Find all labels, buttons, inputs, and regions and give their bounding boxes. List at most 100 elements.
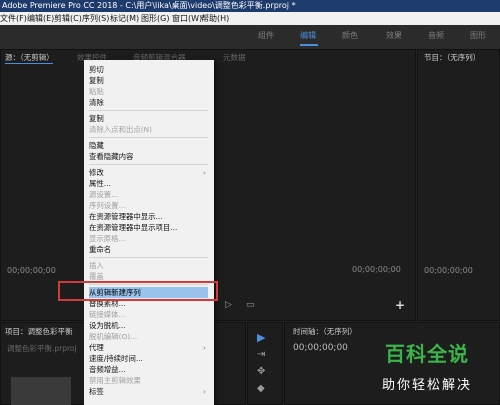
context-menu-item-label: 覆盖 — [89, 272, 104, 281]
menu-separator — [89, 164, 208, 165]
context-menu-item: 源设置... — [89, 189, 208, 200]
context-menu-item[interactable]: 复制 — [89, 75, 208, 86]
menu-edit[interactable]: 编辑(E) — [27, 12, 54, 25]
timeline-timecode[interactable]: 00;00;00;00 — [293, 343, 348, 353]
context-menu: 剪切 复制 粘贴 清除 复制 清除入点和出点(N) 隐藏 查看隐藏内容 修改 › 属性... 源设置.… — [84, 60, 214, 405]
selection-tool-icon[interactable]: ▶ — [257, 331, 265, 344]
context-menu-item[interactable]: 标签 › — [89, 386, 208, 397]
context-menu-item: 序列设置... — [89, 200, 208, 211]
context-menu-item[interactable]: 代理 › — [89, 342, 208, 353]
context-menu-item-label: 复制 — [89, 114, 104, 123]
tab-metadata[interactable]: 元数据 — [223, 52, 246, 63]
context-menu-item[interactable]: 速度/持续时间... — [89, 353, 208, 364]
menu-window[interactable]: 窗口(W) — [172, 12, 202, 25]
context-menu-item-label: 音频增益... — [89, 365, 126, 374]
context-menu-item[interactable]: 清除 — [89, 97, 208, 108]
context-menu-item[interactable]: 查看隐藏内容 — [89, 151, 208, 162]
context-menu-item-label: 代理 — [89, 343, 104, 352]
workspace-bar: 组件 编辑 颜色 效果 音频 图形 — [0, 25, 500, 49]
context-menu-item-label: 清除 — [89, 98, 104, 107]
menu-bar: 文件(F) 编辑(E) 剪辑(C) 序列(S) 标记(M) 图形(G) 窗口(W… — [0, 12, 500, 25]
workspace-audio[interactable]: 音频 — [428, 30, 444, 41]
context-menu-item-label: 在资源管理器中显示项目... — [89, 223, 178, 232]
context-menu-item: 链接媒体... — [89, 309, 208, 320]
context-menu-item-label: 在资源管理器中显示... — [89, 212, 163, 221]
context-menu-item[interactable]: 复制 — [89, 113, 208, 124]
tab-source[interactable]: 源：（无剪辑） — [5, 52, 54, 63]
context-menu-item-label: 禁用主剪辑效果 — [89, 376, 141, 385]
context-menu-item: 插入 — [89, 260, 208, 271]
context-menu-item-label: 插入 — [89, 261, 104, 270]
menu-markers[interactable]: 标记(M) — [110, 12, 139, 25]
context-menu-item[interactable]: 属性... — [89, 178, 208, 189]
context-menu-item-label: 链接媒体... — [89, 310, 126, 319]
context-menu-item-label: 速度/持续时间... — [89, 354, 143, 363]
step-forward-icon[interactable]: ▷ — [225, 300, 232, 310]
context-menu-item-label: 重命名 — [89, 245, 112, 254]
context-menu-item-label: 源设置... — [89, 190, 119, 199]
context-menu-item-label: 修改 — [89, 168, 104, 177]
program-timecode-left[interactable]: 00;00;00;00 — [352, 265, 401, 274]
active-tab-underline — [5, 63, 53, 64]
workspace-assembly[interactable]: 组件 — [258, 30, 274, 41]
context-menu-item: 脱机编辑(O)... — [89, 331, 208, 342]
menu-file[interactable]: 文件(F) — [0, 12, 27, 25]
watermark: 百科全说 助你轻松解决 — [367, 338, 487, 398]
context-menu-item-label: 属性... — [89, 179, 111, 188]
tab-project[interactable]: 项目：调整色彩平衡 — [5, 326, 73, 337]
watermark-subtitle: 助你轻松解决 — [381, 378, 472, 393]
context-menu-item-label: 剪切 — [89, 65, 104, 74]
tab-timeline[interactable]: 时间轴：（无序列） — [293, 326, 357, 337]
export-frame-icon[interactable]: ▭ — [246, 300, 255, 310]
context-menu-item-label: 隐藏 — [89, 141, 104, 150]
source-timecode[interactable]: 00;00;00;00 — [7, 266, 56, 275]
context-menu-item: 清除入点和出点(N) — [89, 124, 208, 135]
tab-program[interactable]: 节目：（无序列） — [424, 52, 480, 63]
context-menu-item-label: 显示原格... — [89, 234, 126, 243]
clip-thumbnail[interactable] — [11, 377, 71, 405]
context-menu-item[interactable]: 音频增益... — [89, 364, 208, 375]
context-menu-item[interactable]: 修改 › — [89, 167, 208, 178]
submenu-arrow-icon: › — [203, 168, 206, 177]
context-menu-item[interactable]: 设为脱机... — [89, 320, 208, 331]
add-button-icon[interactable]: + — [395, 298, 405, 312]
context-menu-item-label: 查看隐藏内容 — [89, 152, 134, 161]
ripple-edit-tool-icon[interactable]: ✥ — [257, 366, 265, 377]
menu-separator — [89, 110, 208, 111]
menu-help[interactable]: 帮助(H) — [201, 12, 229, 25]
track-select-tool-icon[interactable]: ⇥ — [257, 349, 265, 360]
context-menu-item-label: 设为脱机... — [89, 321, 126, 330]
workspace-editing[interactable]: 编辑 — [300, 30, 316, 41]
title-bar: Adobe Premiere Pro CC 2018 - C:\用户\lika\… — [0, 0, 500, 12]
workspace-effects[interactable]: 效果 — [386, 30, 402, 41]
context-menu-item: 禁用主剪辑效果 — [89, 375, 208, 386]
context-menu-item[interactable]: 重命名 — [89, 244, 208, 255]
window-title: Adobe Premiere Pro CC 2018 - C:\用户\lika\… — [2, 1, 296, 10]
context-menu-item: 粘贴 — [89, 86, 208, 97]
context-menu-item-label: 清除入点和出点(N) — [89, 125, 153, 134]
context-menu-item-label: 序列设置... — [89, 201, 126, 210]
context-menu-item[interactable]: 剪切 — [89, 64, 208, 75]
menu-clip[interactable]: 剪辑(C) — [54, 12, 82, 25]
context-menu-item[interactable]: 在资源管理器中显示... — [89, 211, 208, 222]
context-menu-item-label: 复制 — [89, 76, 104, 85]
menu-graphics[interactable]: 图形(G) — [141, 12, 169, 25]
program-monitor-panel: 节目：（无序列） 00;00;00;00 — [417, 49, 500, 321]
active-workspace-underline — [300, 44, 318, 46]
submenu-arrow-icon: › — [203, 343, 206, 352]
program-timecode[interactable]: 00;00;00;00 — [424, 266, 473, 275]
context-menu-item: 显示原格... — [89, 233, 208, 244]
workspace-graphics[interactable]: 图形 — [470, 30, 486, 41]
project-path: 调整色彩平衡.prproj — [7, 344, 77, 353]
context-menu-item[interactable]: 在资源管理器中显示项目... — [89, 222, 208, 233]
razor-tool-icon[interactable]: ◆ — [257, 383, 265, 394]
tools-panel: ▶ ⇥ ✥ ◆ — [247, 322, 283, 405]
submenu-arrow-icon: › — [203, 387, 206, 396]
red-annotation-box — [58, 281, 218, 301]
context-menu-item-label: 粘贴 — [89, 87, 104, 96]
workspace-color[interactable]: 颜色 — [342, 30, 358, 41]
context-menu-item-label: 标签 — [89, 387, 104, 396]
menu-separator — [89, 137, 208, 138]
menu-sequence[interactable]: 序列(S) — [82, 12, 109, 25]
context-menu-item[interactable]: 隐藏 — [89, 140, 208, 151]
